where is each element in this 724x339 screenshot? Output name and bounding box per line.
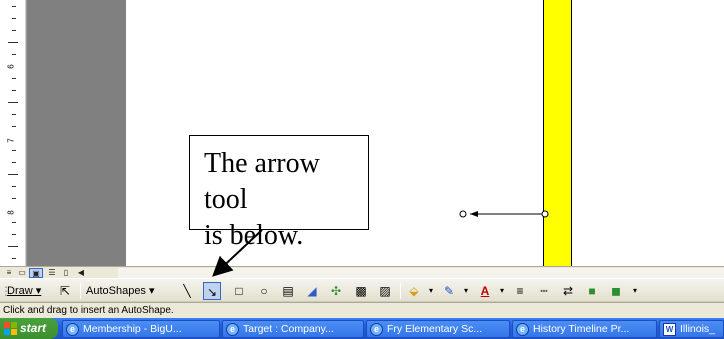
picture-icon[interactable]: ▨ [376, 282, 394, 300]
dash-style-icon[interactable]: ┅ [535, 282, 553, 300]
ruler-tick [12, 234, 16, 235]
toolbar-options-icon[interactable]: ▾ [630, 282, 640, 300]
web-layout-view-icon[interactable]: ▭ [16, 268, 28, 278]
ruler-tick [12, 222, 16, 223]
normal-view-icon[interactable]: ≡ [3, 268, 15, 278]
ie-icon: e [66, 323, 79, 336]
line-icon[interactable]: ╲ [178, 282, 196, 300]
status-text: Click and drag to insert an AutoShape. [3, 305, 174, 316]
autoshapes-menu-button[interactable]: AutoShapes ▾ [86, 282, 155, 300]
taskbar-item-history-timeline[interactable]: e History Timeline Pr... [512, 320, 657, 338]
taskbar-item-target[interactable]: e Target : Company... [222, 320, 364, 338]
shadow-icon[interactable]: ■ [583, 282, 601, 300]
ruler-number: 6 [6, 64, 16, 69]
oval-icon[interactable]: ○ [255, 282, 273, 300]
ruler-tick [8, 102, 18, 103]
ruler-tick [12, 18, 16, 19]
wordart-icon[interactable]: ◢ [303, 282, 321, 300]
vertical-ruler: 6 7 8 [0, 0, 26, 266]
arrow-style-icon[interactable]: ⇄ [559, 282, 577, 300]
ie-icon: e [516, 323, 529, 336]
start-label: start [20, 321, 47, 335]
taskbar-item-membership[interactable]: e Membership - BigU... [62, 320, 220, 338]
fill-color-icon[interactable]: ⬙ [405, 282, 423, 300]
ruler-tick [12, 150, 16, 151]
status-bar: Click and drag to insert an AutoShape. [0, 302, 724, 318]
taskbar-item-illinois[interactable]: W Illinois_ [659, 320, 724, 338]
view-buttons-row: ≡ ▭ ▣ ☰ ▯ ◀ [0, 266, 724, 278]
word-icon: W [663, 323, 676, 336]
taskbar-item-label: Membership - BigU... [83, 323, 182, 335]
callout-line-1: The arrow tool [204, 148, 320, 215]
ruler-tick [12, 258, 16, 259]
taskbar-item-label: Illinois_ [680, 323, 716, 335]
taskbar-item-fry-elementary[interactable]: e Fry Elementary Sc... [366, 320, 510, 338]
autoshapes-label: AutoShapes [86, 285, 146, 297]
horizontal-scrollbar[interactable] [118, 268, 724, 278]
draw-label: Draw [7, 285, 33, 297]
ruler-tick [12, 6, 16, 7]
ruler-tick [8, 246, 18, 247]
diagram-icon[interactable]: ✣ [327, 282, 345, 300]
draw-menu-button[interactable]: Draw ▾ [7, 282, 41, 300]
start-button[interactable]: start [0, 318, 58, 339]
callout-textbox[interactable]: The arrow tool is below. [189, 135, 369, 251]
text-box-icon[interactable]: ▤ [279, 282, 297, 300]
line-color-dropdown-icon[interactable]: ▾ [457, 282, 475, 300]
ruler-tick [12, 78, 16, 79]
ruler-tick [8, 174, 18, 175]
taskbar-item-label: Fry Elementary Sc... [387, 323, 483, 335]
scroll-left-icon[interactable]: ◀ [75, 268, 87, 278]
ruler-tick [12, 162, 16, 163]
ruler-tick [12, 54, 16, 55]
toolbar-grip-icon[interactable]: ⋮ [0, 282, 12, 300]
ie-icon: e [370, 323, 383, 336]
rectangle-icon[interactable]: □ [230, 282, 248, 300]
ruler-tick [12, 126, 16, 127]
drawing-toolbar: ⋮ Draw ▾ ⇱ AutoShapes ▾ ╲ ↘ □ ○ ▤ ◢ ✣ ▩ … [0, 278, 724, 302]
page-margin-area [26, 0, 126, 266]
arrow-icon[interactable]: ↘ [203, 282, 221, 300]
ie-icon: e [226, 323, 239, 336]
ruler-tick [8, 42, 18, 43]
print-layout-view-icon[interactable]: ▣ [29, 268, 43, 278]
line-color-icon[interactable]: ✎ [440, 282, 458, 300]
yellow-timeline-bar[interactable] [543, 0, 572, 266]
font-color-dropdown-icon[interactable]: ▾ [493, 282, 511, 300]
windows-taskbar: start e Membership - BigU... e Target : … [0, 318, 724, 339]
3d-icon[interactable]: ◼ [607, 282, 625, 300]
toolbar-separator [400, 283, 401, 299]
ruler-tick [12, 30, 16, 31]
ruler-number: 8 [6, 210, 16, 215]
font-color-icon[interactable]: A [476, 282, 494, 300]
line-style-icon[interactable]: ≡ [511, 282, 529, 300]
reading-view-icon[interactable]: ▯ [60, 268, 72, 278]
toolbar-separator [80, 283, 81, 299]
ruler-tick [12, 90, 16, 91]
taskbar-item-label: History Timeline Pr... [533, 323, 630, 335]
outline-view-icon[interactable]: ☰ [46, 268, 58, 278]
ruler-tick [12, 186, 16, 187]
fill-color-dropdown-icon[interactable]: ▾ [422, 282, 440, 300]
select-objects-icon[interactable]: ⇱ [56, 282, 74, 300]
ruler-number: 7 [6, 138, 16, 143]
taskbar-item-label: Target : Company... [243, 323, 334, 335]
windows-flag-icon [4, 322, 17, 335]
ruler-tick [12, 198, 16, 199]
ruler-tick [12, 114, 16, 115]
callout-line-2: is below. [204, 220, 304, 251]
clip-art-icon[interactable]: ▩ [352, 282, 370, 300]
